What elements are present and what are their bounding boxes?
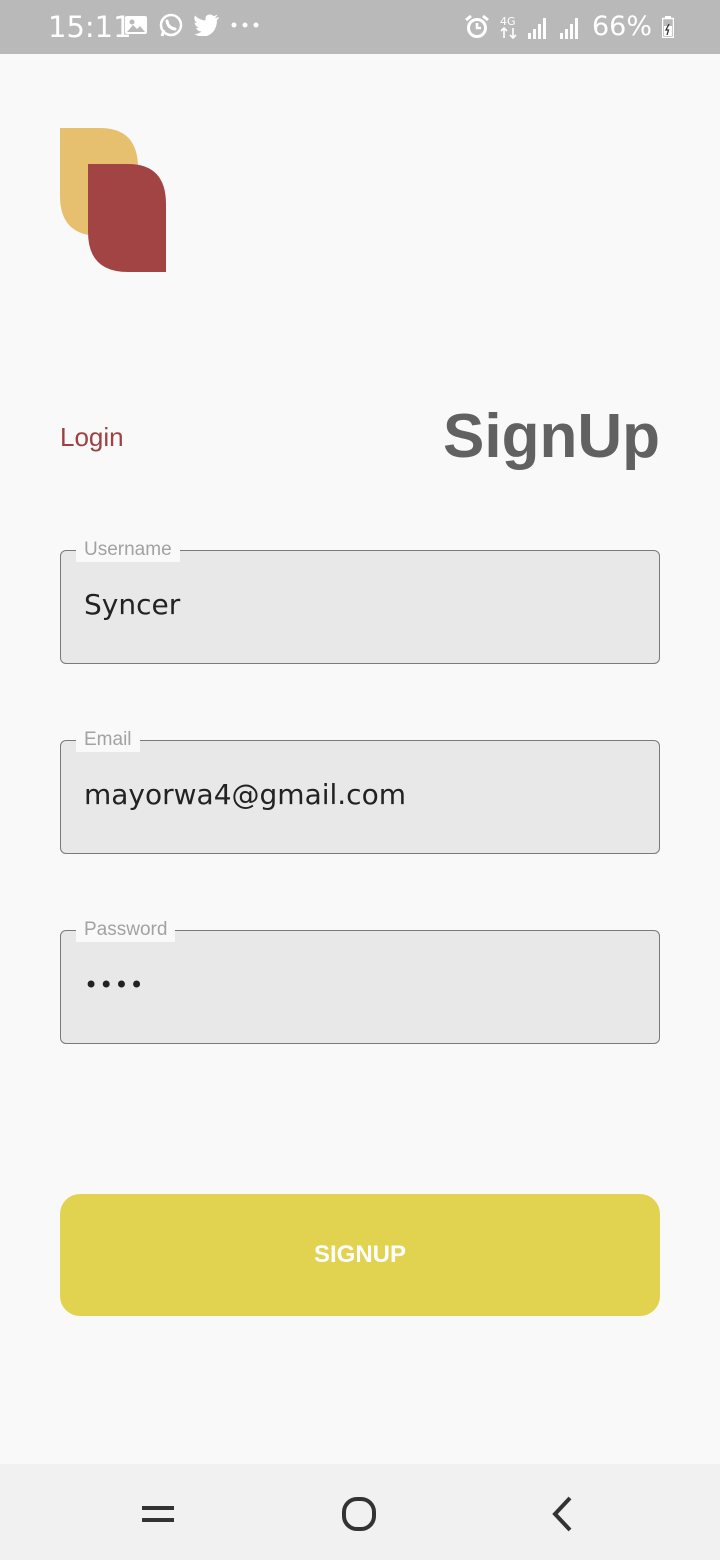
- battery-icon: [662, 16, 674, 38]
- network-4g-icon: 4G: [500, 15, 517, 40]
- username-field[interactable]: Username Syncer: [60, 538, 660, 664]
- notification-icons: [124, 12, 260, 38]
- gallery-icon: [125, 16, 147, 34]
- navigation-bar: [0, 1464, 720, 1560]
- twitter-icon: [194, 14, 219, 36]
- username-label: Username: [76, 538, 180, 562]
- status-time: 15:11: [48, 10, 132, 44]
- home-button[interactable]: [329, 1488, 389, 1540]
- recent-apps-button[interactable]: [128, 1488, 188, 1540]
- email-label: Email: [76, 728, 140, 752]
- email-field[interactable]: Email mayorwa4@gmail.com: [60, 728, 660, 854]
- alarm-icon: [465, 14, 489, 38]
- more-dots-icon: [231, 22, 259, 28]
- signal-icon-1: [527, 18, 546, 39]
- password-input-box[interactable]: [60, 930, 660, 1044]
- back-icon: [552, 1496, 572, 1532]
- status-bar: 15:11 4G 66%: [0, 0, 720, 54]
- password-value[interactable]: ••••: [84, 968, 145, 1002]
- network-label: 4G: [500, 15, 516, 28]
- username-value[interactable]: Syncer: [84, 588, 180, 622]
- email-value[interactable]: mayorwa4@gmail.com: [84, 778, 406, 812]
- signal-icon-2: [559, 18, 578, 39]
- battery-percent: 66%: [591, 11, 652, 42]
- back-button[interactable]: [532, 1488, 592, 1540]
- system-icons: 4G 66%: [464, 10, 674, 44]
- home-icon: [342, 1497, 376, 1531]
- signup-button[interactable]: SIGNUP: [60, 1194, 660, 1316]
- login-link[interactable]: Login: [60, 420, 124, 454]
- recent-apps-icon: [142, 1506, 174, 1522]
- page-title: SignUp: [443, 402, 660, 471]
- app-logo: [60, 128, 166, 272]
- password-field[interactable]: Password ••••: [60, 918, 660, 1044]
- password-label: Password: [76, 918, 176, 942]
- whatsapp-icon: [159, 13, 183, 37]
